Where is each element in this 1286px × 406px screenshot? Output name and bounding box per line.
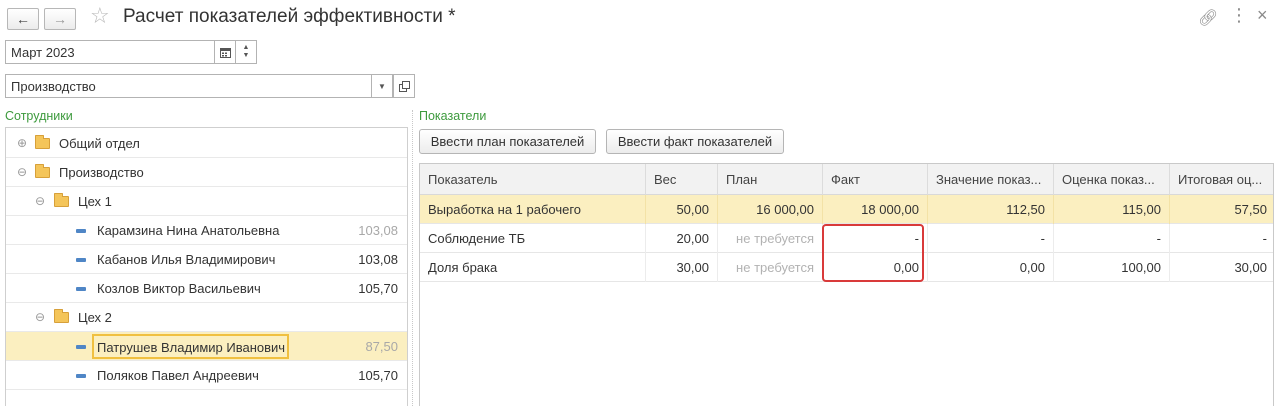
tree-row[interactable]: Козлов Виктор Васильевич 105,70: [6, 274, 407, 303]
focused-cell[interactable]: Патрушев Владимир Иванович: [92, 334, 289, 359]
cell-weight: 20,00: [646, 224, 718, 253]
step-up-icon[interactable]: ▲: [243, 44, 250, 52]
table-header: Показатель Вес План Факт Значение показ.…: [420, 164, 1273, 195]
tree-item-label: Цех 1: [78, 194, 112, 209]
tree-row[interactable]: ⊖ Производство: [6, 158, 407, 187]
department-dropdown-button[interactable]: ▼: [371, 74, 393, 98]
cell-total: 57,50: [1234, 202, 1267, 217]
link-icon[interactable]: 🔗︎: [1198, 8, 1218, 28]
column-header-indicator[interactable]: Показатель: [420, 164, 646, 195]
cell-indicator: Соблюдение ТБ: [420, 224, 646, 253]
employee-icon: [76, 374, 86, 378]
cell-total: -: [1262, 231, 1267, 246]
tree-item-label: Производство: [59, 165, 144, 180]
cell-value: 112,50: [928, 195, 1054, 224]
enter-plan-button[interactable]: Ввести план показателей: [419, 129, 596, 154]
collapse-icon[interactable]: ⊖: [17, 165, 27, 179]
tree-item-label: Кабанов Илья Владимирович: [97, 252, 276, 267]
employee-icon: [76, 345, 86, 349]
cell-value: -: [928, 224, 1054, 253]
more-icon[interactable]: ⋮: [1230, 5, 1248, 26]
arrow-left-icon: ←: [16, 11, 30, 27]
back-button[interactable]: ←: [7, 8, 39, 30]
collapse-icon[interactable]: ⊖: [35, 310, 45, 324]
folder-icon: [35, 164, 50, 178]
cell-indicator: Выработка на 1 рабочего: [420, 195, 646, 224]
cell-value: 0,00: [928, 253, 1054, 282]
tree-item-label: Козлов Виктор Васильевич: [97, 281, 261, 296]
tree-item-value: 103,08: [358, 252, 398, 267]
column-header-fact[interactable]: Факт: [823, 164, 928, 195]
folder-icon: [54, 309, 69, 323]
table-row-selected[interactable]: Выработка на 1 рабочего 50,00 16 000,00 …: [420, 195, 1273, 224]
column-header-total[interactable]: Итоговая оц...: [1170, 164, 1273, 195]
column-header-value[interactable]: Значение показ...: [928, 164, 1054, 195]
tree-item-label: Патрушев Владимир Иванович: [97, 340, 286, 355]
tree-row[interactable]: ⊖ Цех 2: [6, 303, 407, 332]
collapse-icon[interactable]: ⊖: [35, 194, 45, 208]
employees-title: Сотрудники: [5, 109, 73, 123]
indicators-table[interactable]: Показатель Вес План Факт Значение показ.…: [419, 163, 1274, 406]
tree-item-value: 105,70: [358, 281, 398, 296]
cell-plan: не требуется: [718, 224, 823, 253]
calendar-button[interactable]: [214, 40, 236, 64]
employee-icon: [76, 229, 86, 233]
panel-splitter[interactable]: [412, 110, 413, 406]
department-value: Производство: [11, 79, 96, 94]
folder-icon: [35, 135, 50, 149]
open-form-icon: [398, 80, 410, 92]
column-header-plan[interactable]: План: [718, 164, 823, 195]
indicators-title: Показатели: [419, 109, 487, 123]
department-field[interactable]: Производство: [5, 74, 372, 98]
page-title: Расчет показателей эффективности *: [123, 6, 456, 27]
folder-icon: [54, 193, 69, 207]
column-header-weight[interactable]: Вес: [646, 164, 718, 195]
cell-total: 30,00: [1234, 260, 1267, 275]
tree-row[interactable]: ⊕ Общий отдел: [6, 129, 407, 158]
period-stepper[interactable]: ▲ ▼: [235, 40, 257, 64]
cell-plan: не требуется: [718, 253, 823, 282]
star-icon[interactable]: ☆: [90, 5, 110, 27]
column-header-score[interactable]: Оценка показ...: [1054, 164, 1170, 195]
cell-score: 100,00: [1054, 253, 1170, 282]
tree-row[interactable]: Карамзина Нина Анатольевна 103,08: [6, 216, 407, 245]
close-icon[interactable]: ×: [1257, 5, 1268, 26]
fact-highlight-box: [822, 224, 924, 282]
tree-item-value: 105,70: [358, 368, 398, 383]
enter-fact-button[interactable]: Ввести факт показателей: [606, 129, 784, 154]
tree-row[interactable]: ⊖ Цех 1: [6, 187, 407, 216]
cell-score: 115,00: [1054, 195, 1170, 224]
employee-icon: [76, 258, 86, 262]
tree-item-label: Цех 2: [78, 310, 112, 325]
tree-row[interactable]: Кабанов Илья Владимирович 103,08: [6, 245, 407, 274]
department-open-button[interactable]: [393, 74, 415, 98]
tree-item-label: Карамзина Нина Анатольевна: [97, 223, 280, 238]
period-value: Март 2023: [11, 45, 75, 60]
cell-indicator: Доля брака: [420, 253, 646, 282]
employee-icon: [76, 287, 86, 291]
tree-item-value: 103,08: [358, 223, 398, 238]
cell-weight: 30,00: [646, 253, 718, 282]
cell-fact[interactable]: 18 000,00: [823, 195, 928, 224]
tree-item-label: Общий отдел: [59, 136, 140, 151]
calendar-icon: [219, 47, 231, 58]
tree-row-selected[interactable]: Патрушев Владимир Иванович 87,50: [6, 332, 407, 361]
employees-tree[interactable]: ⊕ Общий отдел ⊖ Производство ⊖ Цех 1 Кар…: [5, 127, 408, 406]
period-field[interactable]: Март 2023: [5, 40, 215, 64]
tree-row[interactable]: Поляков Павел Андреевич 105,70: [6, 361, 407, 390]
step-down-icon[interactable]: ▼: [243, 52, 250, 60]
forward-button[interactable]: →: [44, 8, 76, 30]
cell-weight: 50,00: [646, 195, 718, 224]
cell-plan[interactable]: 16 000,00: [718, 195, 823, 224]
chevron-down-icon: ▼: [378, 81, 386, 91]
tree-item-value: 87,50: [365, 339, 398, 354]
tree-item-label: Поляков Павел Андреевич: [97, 368, 259, 383]
arrow-right-icon: →: [53, 11, 67, 27]
cell-score: -: [1054, 224, 1170, 253]
expand-icon[interactable]: ⊕: [17, 136, 27, 150]
